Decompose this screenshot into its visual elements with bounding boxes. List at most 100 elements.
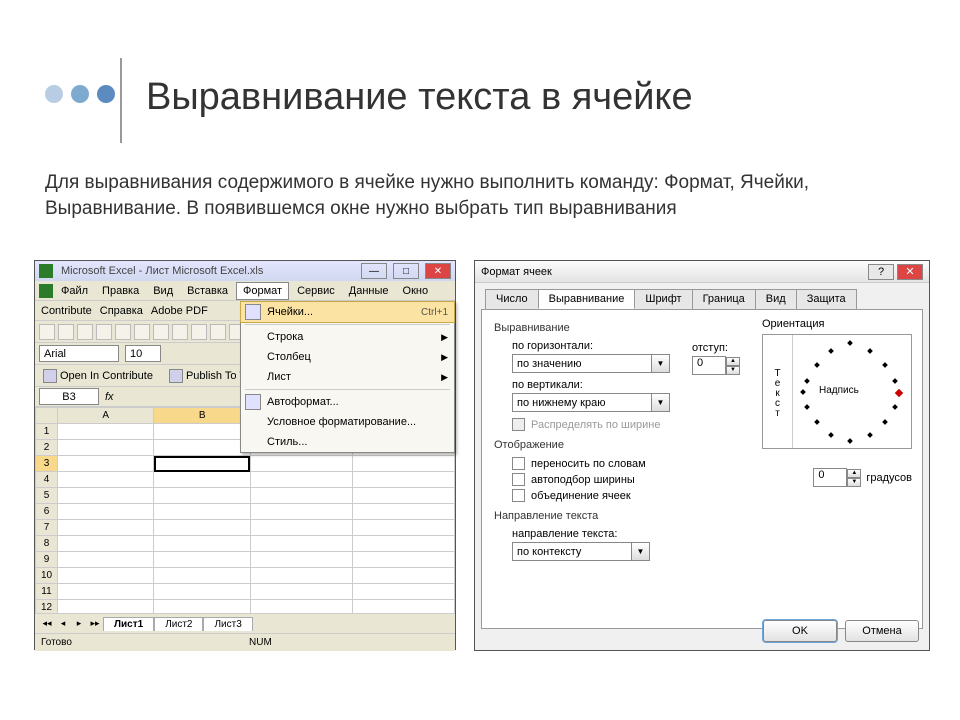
menu-help[interactable]: Справка (100, 305, 143, 317)
row-header[interactable]: 12 (36, 600, 58, 614)
open-icon[interactable] (58, 324, 74, 340)
tab-nav-first[interactable]: ◂◂ (39, 618, 55, 629)
excel-titlebar[interactable]: Microsoft Excel - Лист Microsoft Excel.x… (35, 261, 455, 281)
format-dropdown: Ячейки... Ctrl+1 Строка▶ Столбец▶ Лист▶ … (240, 301, 455, 453)
orientation-dial[interactable]: Надпись (793, 335, 911, 448)
status-bar: Готово NUM (35, 633, 455, 651)
col-header-b[interactable]: B (154, 408, 250, 424)
row-header[interactable]: 8 (36, 536, 58, 552)
sheet-tab-3[interactable]: Лист3 (203, 617, 252, 631)
orientation-group: Ориентация Текст Надпись (762, 318, 912, 449)
degrees-spinner[interactable]: 0 (813, 468, 847, 487)
row-header[interactable]: 9 (36, 552, 58, 568)
menu-adobe-pdf[interactable]: Adobe PDF (151, 305, 208, 317)
menu-data[interactable]: Данные (343, 283, 395, 299)
cancel-button[interactable]: Отмена (845, 620, 919, 642)
dialog-body: Выравнивание по горизонтали: по значению… (481, 309, 923, 629)
indent-down-icon[interactable]: ▼ (726, 366, 740, 375)
merge-checkbox[interactable]: объединение ячеек (512, 489, 910, 502)
select-all-corner[interactable] (36, 408, 58, 424)
dialog-help-button[interactable]: ? (868, 264, 894, 280)
menu-window[interactable]: Окно (397, 283, 435, 299)
row-header[interactable]: 4 (36, 472, 58, 488)
tab-nav-prev[interactable]: ◂ (55, 618, 71, 629)
menu-tools[interactable]: Сервис (291, 283, 341, 299)
menu-view[interactable]: Вид (147, 283, 179, 299)
text-direction-combo-arrow[interactable]: ▼ (632, 542, 650, 561)
menu-edit[interactable]: Правка (96, 283, 145, 299)
print-icon[interactable] (96, 324, 112, 340)
fontsize-combo[interactable]: 10 (125, 345, 161, 362)
status-num: NUM (249, 637, 272, 648)
horizontal-combo-arrow[interactable]: ▼ (652, 354, 670, 373)
col-header-a[interactable]: A (58, 408, 154, 424)
indent-spinner[interactable]: 0 (692, 356, 726, 375)
text-direction-combo[interactable]: по контексту (512, 542, 632, 561)
vertical-combo[interactable]: по нижнему краю (512, 393, 652, 412)
menu-contribute[interactable]: Contribute (41, 305, 92, 317)
new-icon[interactable] (39, 324, 55, 340)
tab-border[interactable]: Граница (692, 289, 756, 309)
maximize-button[interactable]: □ (393, 263, 419, 279)
excel-menubar: Файл Правка Вид Вставка Формат Сервис Да… (35, 281, 455, 301)
menu-item-conditional-format[interactable]: Условное форматирование... (241, 412, 454, 432)
row-header[interactable]: 10 (36, 568, 58, 584)
cut-icon[interactable] (153, 324, 169, 340)
menu-format[interactable]: Формат (236, 282, 289, 300)
open-in-contribute-button[interactable]: Open In Contribute (39, 366, 157, 386)
degrees-up-icon[interactable]: ▲ (847, 469, 861, 478)
fx-icon[interactable]: fx (105, 391, 114, 403)
ok-button[interactable]: OK (763, 620, 837, 642)
tab-alignment[interactable]: Выравнивание (538, 289, 636, 309)
menu-item-style[interactable]: Стиль... (241, 432, 454, 452)
undo-icon[interactable] (210, 324, 226, 340)
sheet-tab-1[interactable]: Лист1 (103, 617, 154, 631)
name-box[interactable]: B3 (39, 388, 99, 405)
menu-item-autoformat[interactable]: Автоформат... (241, 392, 454, 412)
row-header[interactable]: 7 (36, 520, 58, 536)
menu-item-column[interactable]: Столбец▶ (241, 347, 454, 367)
cell-b3[interactable] (154, 456, 250, 472)
row-header[interactable]: 5 (36, 488, 58, 504)
degrees-label: градусов (866, 472, 912, 484)
orientation-preview[interactable]: Текст Надпись (762, 334, 912, 449)
tab-patterns[interactable]: Вид (755, 289, 797, 309)
tab-nav-last[interactable]: ▸▸ (87, 618, 103, 629)
minimize-button[interactable]: — (361, 263, 387, 279)
vertical-text-sample[interactable]: Текст (763, 335, 793, 448)
close-button[interactable]: ✕ (425, 263, 451, 279)
row-header[interactable]: 3 (36, 456, 58, 472)
preview-icon[interactable] (115, 324, 131, 340)
slide-title: Выравнивание текста в ячейке (146, 76, 693, 119)
menu-item-cells[interactable]: Ячейки... Ctrl+1 (241, 302, 454, 322)
spell-icon[interactable] (134, 324, 150, 340)
tab-nav-next[interactable]: ▸ (71, 618, 87, 629)
direction-section-label: Направление текста (494, 510, 910, 522)
menu-item-row[interactable]: Строка▶ (241, 327, 454, 347)
row-header[interactable]: 1 (36, 424, 58, 440)
tab-protection[interactable]: Защита (796, 289, 857, 309)
row-header[interactable]: 2 (36, 440, 58, 456)
copy-icon[interactable] (172, 324, 188, 340)
row-header[interactable]: 11 (36, 584, 58, 600)
save-icon[interactable] (77, 324, 93, 340)
paste-icon[interactable] (191, 324, 207, 340)
sheet-tab-2[interactable]: Лист2 (154, 617, 203, 631)
menu-item-sheet[interactable]: Лист▶ (241, 367, 454, 387)
dialog-titlebar[interactable]: Формат ячеек ? ✕ (475, 261, 929, 283)
indent-label: отступ: (692, 342, 740, 354)
menu-file[interactable]: Файл (55, 283, 94, 299)
cells-icon (245, 304, 261, 320)
dialog-close-button[interactable]: ✕ (897, 264, 923, 280)
indent-up-icon[interactable]: ▲ (726, 357, 740, 366)
row-header[interactable]: 6 (36, 504, 58, 520)
degrees-down-icon[interactable]: ▼ (847, 478, 861, 487)
tab-number[interactable]: Число (485, 289, 539, 309)
menu-insert[interactable]: Вставка (181, 283, 234, 299)
vertical-combo-arrow[interactable]: ▼ (652, 393, 670, 412)
excel-icon (39, 264, 53, 278)
font-combo[interactable]: Arial (39, 345, 119, 362)
excel-doc-icon (39, 284, 53, 298)
tab-font[interactable]: Шрифт (634, 289, 692, 309)
horizontal-combo[interactable]: по значению (512, 354, 652, 373)
